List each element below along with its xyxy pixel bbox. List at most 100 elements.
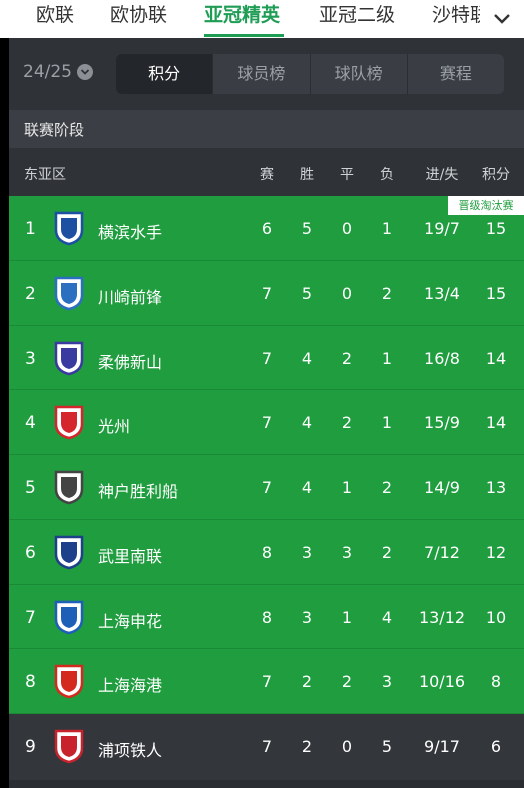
team-rank: 7: [25, 607, 36, 628]
goals-value: 13/4: [424, 283, 460, 303]
lost-value: 2: [381, 542, 393, 562]
goals-value: 14/9: [424, 478, 460, 497]
points-value: 14: [485, 413, 507, 433]
active-tab-indicator: [204, 34, 284, 37]
team-rank: 9: [25, 737, 36, 757]
team-name: 川崎前锋: [98, 287, 163, 307]
won-value: 4: [301, 348, 313, 368]
segment-team-rankings[interactable]: 球队榜: [309, 54, 407, 94]
played-value: 6: [261, 219, 273, 238]
team-rank: 2: [25, 283, 36, 304]
team-badge-icon: [54, 535, 84, 570]
segment-schedule[interactable]: 赛程: [406, 54, 504, 94]
col-points: 积分: [482, 167, 510, 183]
team-rank: 3: [25, 348, 36, 369]
table-row[interactable]: 2 川崎前锋 7 5 0 2 13/4 15: [9, 260, 524, 326]
won-value: 4: [301, 413, 313, 433]
played-value: 7: [261, 478, 273, 497]
group-name: 东亚区: [24, 167, 66, 183]
won-value: 5: [301, 219, 313, 238]
stage-header: 联赛阶段: [9, 110, 524, 148]
played-value: 7: [261, 348, 273, 368]
lost-value: 1: [381, 348, 393, 368]
table-row[interactable]: 8 上海海港 7 2 2 3 10/16 8: [9, 649, 524, 714]
team-name: 柔佛新山: [98, 352, 163, 372]
drawn-value: 0: [341, 283, 353, 303]
points-value: 8: [490, 672, 502, 692]
drawn-value: 0: [341, 219, 353, 238]
goals-value: 16/8: [424, 348, 460, 368]
team-badge-icon: [54, 600, 84, 634]
tab-conference-league[interactable]: 欧协联: [110, 0, 167, 38]
lost-value: 2: [381, 283, 393, 303]
points-value: 15: [485, 219, 507, 238]
goals-value: 19/7: [424, 219, 460, 238]
team-badge-icon: [54, 406, 84, 440]
stage-label: 联赛阶段: [24, 121, 85, 139]
table-row[interactable]: 6 武里南联 8 3 3 2 7/12 12: [9, 519, 524, 585]
drawn-value: 2: [341, 672, 353, 692]
team-rank: 4: [25, 413, 36, 434]
table-row[interactable]: 7 上海申花 8 3 1 4 13/12 10: [9, 584, 524, 650]
points-value: 14: [485, 348, 507, 368]
lost-value: 4: [381, 607, 393, 627]
played-value: 7: [261, 737, 273, 756]
team-rank: 8: [25, 672, 36, 693]
tab-acl-elite[interactable]: 亚冠精英: [204, 0, 280, 38]
tab-europa-league[interactable]: 欧联: [36, 0, 74, 38]
left-edge-bar: [0, 38, 9, 788]
team-name: 武里南联: [98, 546, 163, 566]
table-row[interactable]: 晋级淘汰赛 1 横滨水手 6 5 0 1 19/7 15: [9, 196, 524, 261]
team-badge-icon: [54, 211, 84, 246]
segment-player-rankings[interactable]: 球员榜: [212, 54, 309, 94]
col-lost: 负: [380, 167, 394, 183]
league-tab-bar: 欧联 欧协联 亚冠精英 亚冠二级 沙特联: [0, 0, 524, 38]
team-name: 神户胜利船: [98, 482, 179, 501]
goals-value: 7/12: [424, 542, 460, 562]
played-value: 7: [261, 283, 273, 303]
more-tabs-button[interactable]: [480, 0, 524, 38]
view-segment-control: 积分 球员榜 球队榜 赛程: [116, 54, 504, 94]
table-header: 东亚区 赛 胜 平 负 进/失 积分: [9, 148, 524, 196]
segment-standings[interactable]: 积分: [116, 54, 213, 94]
table-row[interactable]: 9 浦项铁人 7 2 0 5 9/17 6: [9, 714, 524, 780]
won-value: 3: [301, 542, 313, 562]
team-name: 横滨水手: [98, 223, 163, 242]
team-badge-icon: [54, 665, 84, 699]
won-value: 2: [301, 672, 313, 692]
drawn-value: 2: [341, 348, 353, 368]
team-badge-icon: [54, 729, 84, 764]
points-value: 15: [485, 283, 507, 303]
lost-value: 1: [381, 413, 393, 433]
won-value: 3: [301, 607, 313, 627]
qualification-tag: 晋级淘汰赛: [448, 196, 524, 215]
col-drawn: 平: [340, 167, 354, 183]
won-value: 5: [301, 283, 313, 303]
goals-value: 15/9: [424, 413, 460, 433]
table-row[interactable]: 3 柔佛新山 7 4 2 1 16/8 14: [9, 325, 524, 391]
drawn-value: 1: [341, 478, 353, 497]
points-value: 12: [485, 542, 507, 562]
col-played: 赛: [260, 167, 274, 183]
lost-value: 5: [381, 737, 393, 756]
drawn-value: 2: [341, 413, 353, 433]
chevron-down-icon: [494, 14, 510, 24]
col-goals: 进/失: [425, 167, 459, 183]
won-value: 2: [301, 737, 313, 756]
team-rank: 5: [25, 478, 36, 498]
standings-table: 晋级淘汰赛 1 横滨水手 6 5 0 1 19/7 15 2 川崎前锋 7 5 0 2 13/4 15 3 柔佛新山…: [9, 196, 524, 780]
won-value: 4: [301, 478, 313, 497]
drawn-value: 3: [341, 542, 353, 562]
played-value: 7: [261, 672, 273, 692]
team-badge-icon: [54, 470, 84, 505]
points-value: 6: [490, 737, 502, 756]
season-selector[interactable]: 24/25: [23, 62, 93, 82]
team-name: 光州: [98, 417, 131, 437]
table-row[interactable]: 5 神户胜利船 7 4 1 2 14/9 13: [9, 455, 524, 520]
played-value: 8: [261, 607, 273, 627]
goals-value: 9/17: [424, 737, 460, 756]
lost-value: 1: [381, 219, 393, 238]
table-row[interactable]: 4 光州 7 4 2 1 15/9 14: [9, 390, 524, 455]
tab-acl-two[interactable]: 亚冠二级: [319, 0, 395, 38]
team-badge-icon: [54, 276, 84, 311]
